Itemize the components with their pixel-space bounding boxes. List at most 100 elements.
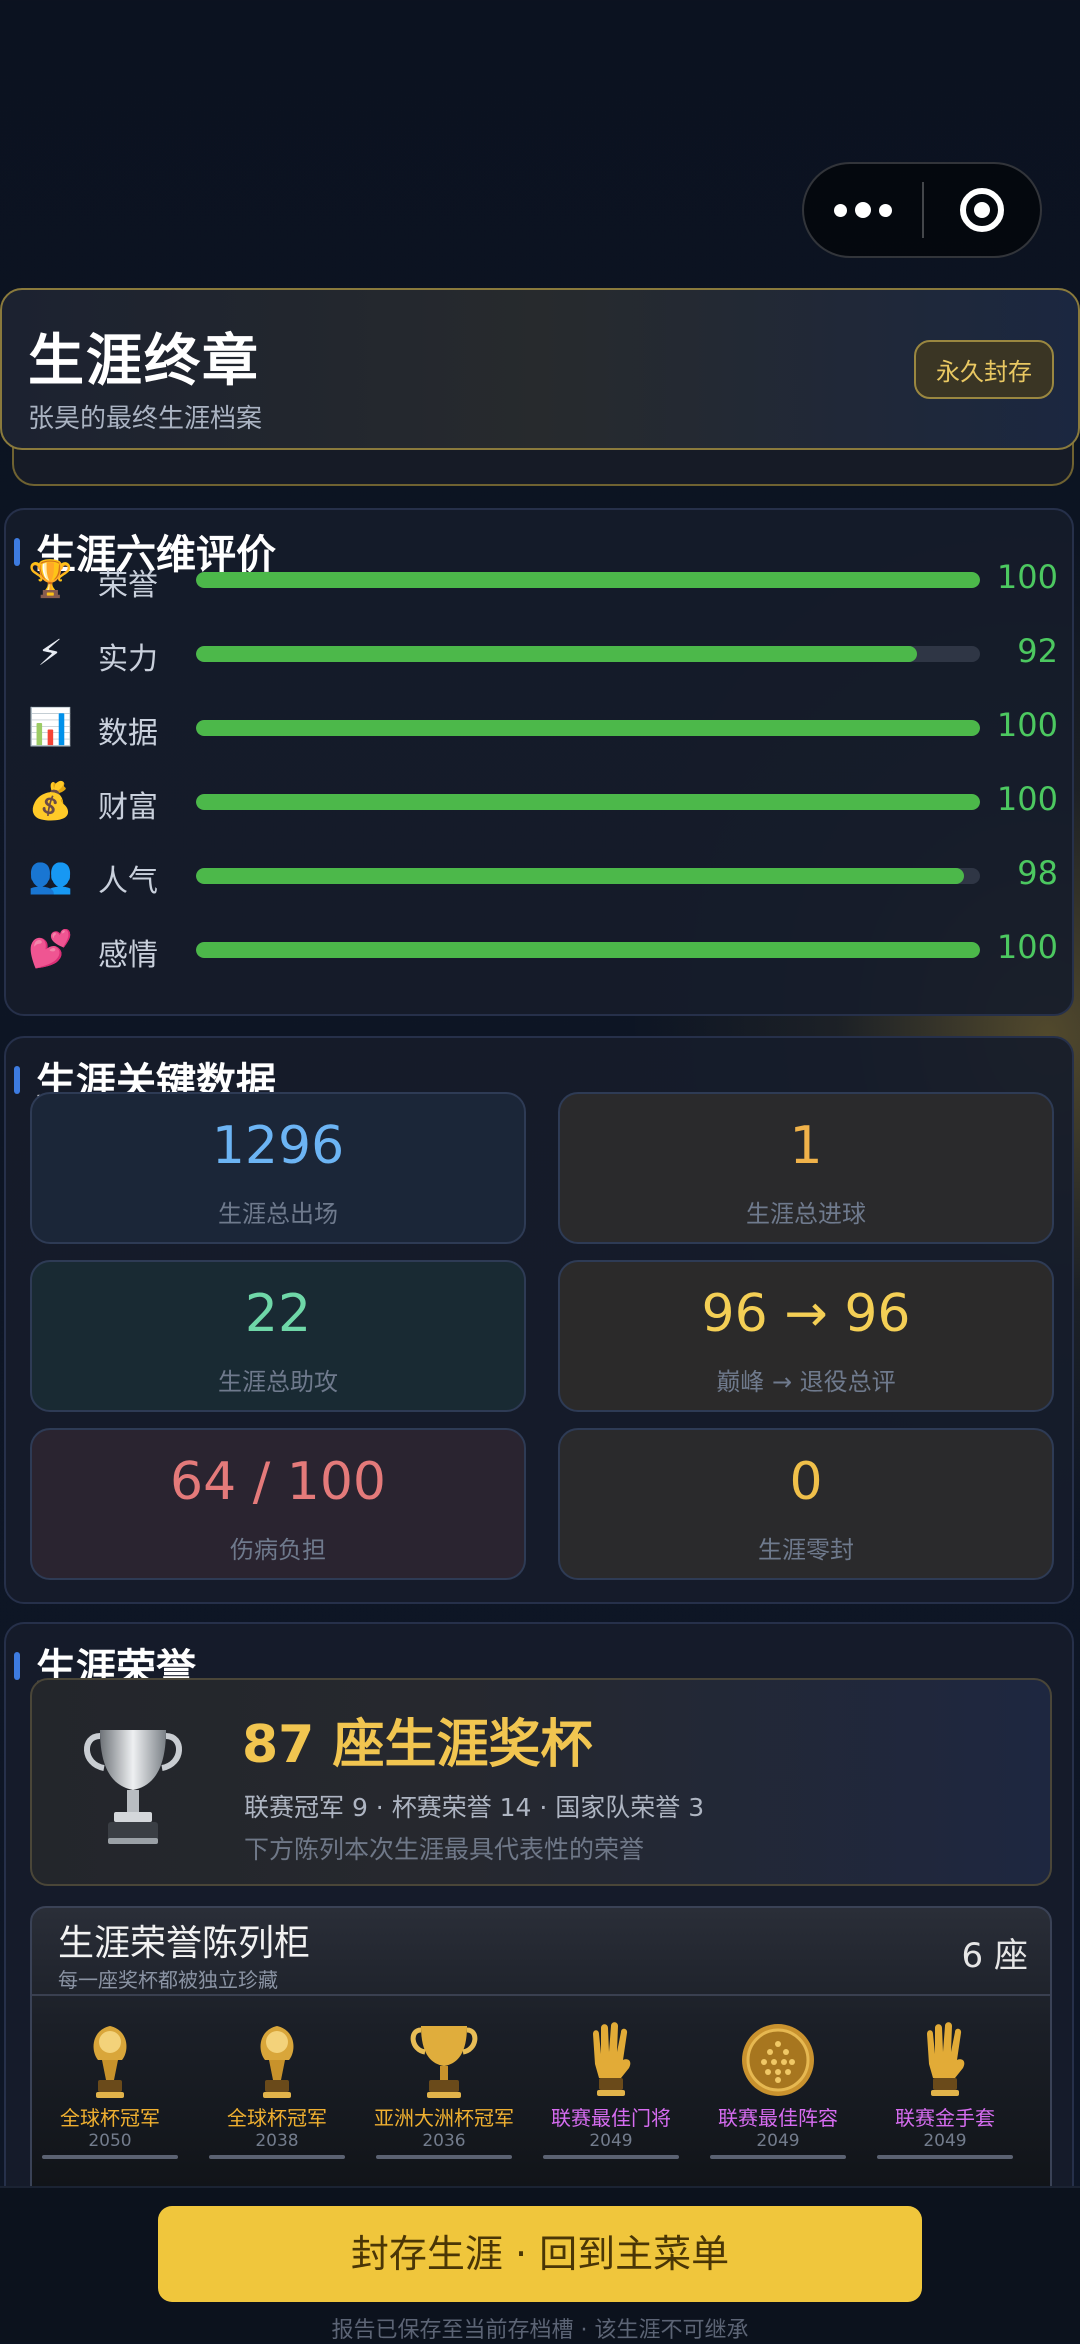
rating-value: 100: [996, 706, 1058, 744]
lightning-icon: ⚡: [37, 633, 63, 674]
rating-row: 💕 感情 100: [28, 922, 1058, 978]
stat-value: 1: [789, 1116, 823, 1176]
trophy-plinth: [209, 2155, 345, 2159]
cabinet-divider: [32, 1994, 1050, 1996]
cabinet-count: 6 座: [961, 1936, 1028, 1976]
stat-label: 伤病负担: [230, 1536, 326, 1564]
header-card: 生涯终章 张昊的最终生涯档案 永久封存: [0, 288, 1080, 450]
medal-icon: [698, 2020, 858, 2100]
trophy-name: 全球杯冠军: [227, 2106, 327, 2130]
footer-note: 报告已保存至当前存档槽 · 该生涯不可继承: [331, 2318, 749, 2343]
close-miniprogram-icon[interactable]: [924, 188, 1040, 232]
hearts-icon: 💕: [28, 929, 73, 970]
golden-glove-icon: [531, 2020, 691, 2100]
rating-label: 人气: [98, 864, 158, 899]
rating-bar-track: [196, 572, 980, 588]
rating-bar-track: [196, 646, 980, 662]
trophy-year: 2050: [88, 2131, 132, 2151]
stat-value: 96 → 96: [701, 1284, 911, 1344]
rating-value: 100: [996, 780, 1058, 818]
rating-row: 📊 数据 100: [28, 700, 1058, 756]
trophy-plinth: [710, 2155, 846, 2159]
rating-bar-fill: [196, 942, 980, 958]
rating-label: 财富: [98, 790, 158, 825]
sealed-badge: 永久封存: [914, 340, 1054, 399]
stat-value: 1296: [211, 1116, 345, 1176]
rating-bar-fill: [196, 794, 980, 810]
stat-tile: 64 / 100 伤病负担: [30, 1428, 526, 1580]
page-subtitle: 张昊的最终生涯档案: [28, 404, 263, 434]
stat-label: 生涯零封: [758, 1536, 854, 1564]
trophy-note: 下方陈列本次生涯最具代表性的荣誉: [244, 1835, 645, 1864]
rating-bar-track: [196, 942, 980, 958]
trophy-year: 2049: [589, 2131, 633, 2151]
more-icon[interactable]: [804, 202, 922, 218]
silver-trophy-icon: [84, 1730, 182, 1844]
trophy-name: 联赛最佳门将: [551, 2106, 671, 2130]
cabinet-item[interactable]: 全球杯冠军 2050: [30, 2020, 190, 2159]
money-bag-icon: 💰: [28, 781, 73, 822]
rating-bar-track: [196, 720, 980, 736]
rating-label: 实力: [98, 642, 158, 677]
cabinet-title: 生涯荣誉陈列柜: [58, 1923, 311, 1964]
rating-label: 数据: [98, 716, 158, 751]
stat-tile: 22 生涯总助攻: [30, 1260, 526, 1412]
rating-bar-track: [196, 868, 980, 884]
page-title: 生涯终章: [28, 329, 260, 394]
cabinet-subtitle: 每一座奖杯都被独立珍藏: [58, 1968, 278, 1992]
stat-value: 22: [244, 1284, 312, 1344]
continental-cup-icon: [364, 2020, 524, 2100]
rating-row: 💰 财富 100: [28, 774, 1058, 830]
world-cup-trophy-icon: [197, 2020, 357, 2100]
bar-chart-icon: 📊: [28, 707, 73, 748]
rating-label: 感情: [98, 938, 158, 973]
trophy-total: 87 座生涯奖杯: [242, 1715, 593, 1775]
footer-bar: 封存生涯 · 回到主菜单 报告已保存至当前存档槽 · 该生涯不可继承: [0, 2186, 1080, 2343]
trophy-name: 联赛最佳阵容: [718, 2106, 838, 2130]
rating-bar-fill: [196, 868, 965, 884]
stat-tile: 0 生涯零封: [558, 1428, 1054, 1580]
trophy-plinth: [42, 2155, 178, 2159]
cabinet-item[interactable]: 联赛金手套 2049: [865, 2020, 1025, 2159]
stat-tile: 96 → 96 巅峰 → 退役总评: [558, 1260, 1054, 1412]
stat-tile: 1296 生涯总出场: [30, 1092, 526, 1244]
cabinet-item[interactable]: 全球杯冠军 2038: [197, 2020, 357, 2159]
trophy-name: 联赛金手套: [895, 2106, 995, 2130]
trophy-plinth: [877, 2155, 1013, 2159]
rating-value: 100: [996, 558, 1058, 596]
trophy-year: 2036: [422, 2131, 466, 2151]
golden-glove-icon: [865, 2020, 1025, 2100]
honors-section: 生涯荣誉 87 座生涯奖杯 联赛冠军 9 · 杯赛荣誉 14 · 国家队荣誉 3…: [4, 1622, 1074, 2222]
seal-career-button[interactable]: 封存生涯 · 回到主菜单: [158, 2206, 922, 2302]
trophy-name: 全球杯冠军: [60, 2106, 160, 2130]
cabinet-item[interactable]: 联赛最佳阵容 2049: [698, 2020, 858, 2159]
trophy-plinth: [376, 2155, 512, 2159]
stat-label: 巅峰 → 退役总评: [716, 1368, 896, 1396]
trophy-name: 亚洲大洲杯冠军: [374, 2106, 514, 2130]
trophy-breakdown: 联赛冠军 9 · 杯赛荣誉 14 · 国家队荣誉 3: [244, 1793, 705, 1822]
rating-bar-fill: [196, 720, 980, 736]
trophy-year: 2038: [255, 2131, 299, 2151]
rating-row: 👥 人气 98: [28, 848, 1058, 904]
rating-value: 98: [1017, 854, 1058, 892]
rating-row: 🏆 荣誉 100: [28, 552, 1058, 608]
stat-label: 生涯总出场: [218, 1200, 338, 1228]
trophy-year: 2049: [923, 2131, 967, 2151]
ratings-section: 生涯六维评价 🏆 荣誉 100 ⚡ 实力 92 📊 数据 100 💰 财富 100 👥 人气 98 💕 感情 10…: [4, 508, 1074, 1016]
honor-cabinet: 生涯荣誉陈列柜 每一座奖杯都被独立珍藏 6 座 全球杯冠军 2050 全球杯冠军 20…: [30, 1906, 1052, 2206]
rating-value: 92: [1017, 632, 1058, 670]
rating-bar-fill: [196, 646, 918, 662]
cabinet-item[interactable]: 联赛最佳门将 2049: [531, 2020, 691, 2159]
trophy-icon: 🏆: [28, 559, 73, 600]
world-cup-trophy-icon: [30, 2020, 190, 2100]
key-stats-section: 生涯关键数据 1296 生涯总出场 1 生涯总进球 22 生涯总助攻 96 → 96 巅峰 →…: [4, 1036, 1074, 1604]
stat-tile: 1 生涯总进球: [558, 1092, 1054, 1244]
stat-label: 生涯总进球: [746, 1200, 866, 1228]
trophy-plinth: [543, 2155, 679, 2159]
rating-label: 荣誉: [98, 568, 158, 603]
cabinet-item[interactable]: 亚洲大洲杯冠军 2036: [364, 2020, 524, 2159]
trophy-summary-card: 87 座生涯奖杯 联赛冠军 9 · 杯赛荣誉 14 · 国家队荣誉 3 下方陈列…: [30, 1678, 1052, 1886]
rating-row: ⚡ 实力 92: [28, 626, 1058, 682]
stat-value: 0: [789, 1452, 823, 1512]
people-icon: 👥: [28, 855, 73, 896]
